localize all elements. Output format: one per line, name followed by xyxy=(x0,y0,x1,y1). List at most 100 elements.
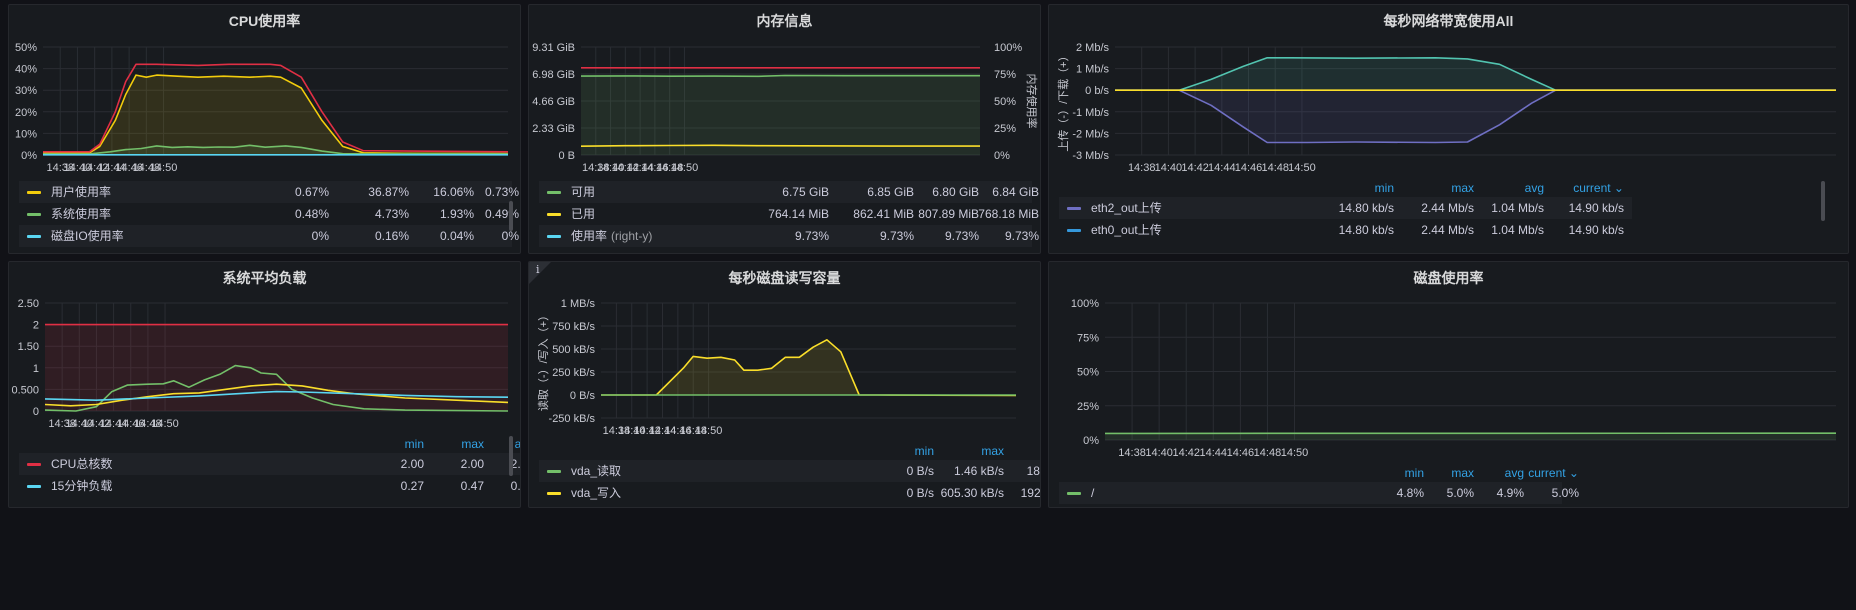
legend-value: 6.75 GiB xyxy=(782,185,829,199)
legend-name-text: 15分钟负载 xyxy=(51,479,113,493)
y-tick-label: 4.66 GiB xyxy=(532,96,575,108)
legend-value: 14.80 kb/s xyxy=(1338,201,1394,215)
y-tick-label: 0.500 xyxy=(11,384,39,396)
panel-cpu-usage[interactable]: CPU使用率 50% 40% 30% 20% 10% 0% 14:38 14:40 14:42 14… xyxy=(8,4,521,254)
legend-value: 6.84 GiB xyxy=(992,185,1039,199)
legend-swatch xyxy=(547,191,561,194)
dashboard: CPU使用率 50% 40% 30% 20% 10% 0% 14:38 14:40 14:42 14… xyxy=(0,0,1856,610)
legend-name-text: vda_读取 xyxy=(571,464,622,478)
y-tick-label: 1 xyxy=(33,363,39,375)
series-line-2 xyxy=(580,144,980,147)
legend-swatch xyxy=(27,463,41,466)
legend: 可用 6.75 GiB 6.85 GiB 6.80 GiB 6.84 GiB 已用 764.… xyxy=(539,181,1039,247)
y-tick-label: 75% xyxy=(1077,332,1099,344)
legend-row[interactable]: eth0_out上传 14.80 kb/s 2.44 Mb/s 1.04 Mb/s 14… xyxy=(1059,219,1632,241)
panel-system-load[interactable]: 系统平均负载 2.50 2 1.50 1 0.500 0 14:38 14:40 14:42 14:… xyxy=(8,261,521,508)
legend-header-max[interactable]: max xyxy=(1394,179,1474,197)
y-tick-label: 750 kB/s xyxy=(552,321,595,333)
legend-row[interactable]: vda_写入0 B/s605.30 kB/s192.29 kB/s0 B/s xyxy=(539,482,1040,504)
legend-header-avg[interactable]: avg xyxy=(1004,442,1040,460)
legend-row[interactable]: 使用率 (right-y) 9.73% 9.73% 9.73% 9.73% xyxy=(539,225,1039,247)
legend: vda_读取0 B/s1.46 kB/s185.18 B/s1.46 kB/sv… xyxy=(539,460,1040,504)
legend-value: 5.0% xyxy=(1551,486,1579,500)
legend-series-name: 磁盘IO使用率 xyxy=(51,225,124,247)
right-y-tick-label: 100% xyxy=(994,42,1022,54)
legend-value: 14.90 kb/s xyxy=(1568,223,1624,237)
y-tick-label: 1 Mb/s xyxy=(1076,64,1110,76)
legend-header-min[interactable]: min xyxy=(1314,179,1394,197)
legend-swatch xyxy=(27,235,41,238)
legend-row[interactable]: 可用 6.75 GiB 6.85 GiB 6.80 GiB 6.84 GiB xyxy=(539,181,1039,203)
series-area-0 xyxy=(1105,433,1836,440)
legend-value: 768.18 MiB xyxy=(978,207,1039,221)
legend-header-current[interactable]: current ⌄ xyxy=(1544,179,1624,197)
legend-series-name: 已用 xyxy=(571,203,595,225)
x-tick-label: 14:46 xyxy=(1235,162,1263,174)
legend-value: 14.80 kb/s xyxy=(1338,223,1394,237)
right-y-axis-label: 内存使用率 xyxy=(1025,74,1039,129)
legend-series-name: 用户使用率 xyxy=(51,181,111,203)
y-axis-label: 上传（-）/下载（+） xyxy=(1057,50,1070,151)
legend: CPU总核数2.002.002.002.0015分钟负载0.270.470.36… xyxy=(19,453,520,507)
y-tick-label: 9.31 GiB xyxy=(532,42,575,54)
legend-row[interactable]: 用户使用率 0.67% 36.87% 16.06% 0.73% xyxy=(19,181,519,203)
legend-name-text: 用户使用率 xyxy=(51,185,112,199)
legend-scrollbar[interactable] xyxy=(1821,181,1825,221)
legend: 用户使用率 0.67% 36.87% 16.06% 0.73% 系统使用率 0.48% 4.7… xyxy=(19,181,519,247)
y-tick-label: 0 B xyxy=(558,150,575,162)
legend-value: 9.73% xyxy=(1004,229,1039,243)
legend-header-max[interactable]: max xyxy=(924,442,1004,460)
legend-row[interactable]: CPU总核数2.002.002.002.00 xyxy=(19,453,520,475)
x-tick-label: 14:38 xyxy=(1118,447,1146,459)
legend-series-name: / xyxy=(1091,482,1094,504)
legend-swatch xyxy=(547,492,561,495)
legend-row[interactable]: 已用 764.14 MiB 862.41 MiB 807.89 MiB 768.18 M… xyxy=(539,203,1039,225)
x-tick-label: 14:42 xyxy=(1181,162,1209,174)
legend-scrollbar[interactable] xyxy=(509,201,513,231)
x-tick-label: 14:40 xyxy=(1155,162,1183,174)
x-tick-label: 14:44 xyxy=(1200,447,1228,459)
legend-series-name: 系统使用率 xyxy=(51,203,111,225)
legend-row[interactable]: vda_读取0 B/s1.46 kB/s185.18 B/s1.46 kB/s xyxy=(539,460,1040,482)
legend-name-text: 可用 xyxy=(571,185,596,199)
panel-memory-info[interactable]: 内存信息 9.31 GiB 6.98 GiB 4.66 GiB 2.33 GiB 0 B1… xyxy=(528,4,1041,254)
legend-series-name: eth2_out上传 xyxy=(1091,197,1162,219)
legend-value: 0.49% xyxy=(484,207,519,221)
legend-swatch xyxy=(1067,229,1081,232)
series-line-1 xyxy=(580,74,980,78)
legend-header-current[interactable]: current ⌄ xyxy=(1499,464,1579,482)
x-tick-label: 14:50 xyxy=(671,162,699,174)
x-tick-label: 14:50 xyxy=(695,425,723,437)
legend-name-text: / xyxy=(1091,486,1095,500)
x-tick-label: 14:50 xyxy=(151,418,179,430)
panel-disk-io[interactable]: 每秒磁盘读写容量 i 1 MB/s 750 kB/s 500 kB/s 250 kB/s 0… xyxy=(528,261,1041,508)
x-tick-label: 14:50 xyxy=(150,162,178,174)
y-tick-label: 6.98 GiB xyxy=(532,69,575,81)
legend-header-avg[interactable]: avg xyxy=(1464,179,1544,197)
legend-header-min[interactable]: min xyxy=(854,442,934,460)
legend-swatch xyxy=(27,485,41,488)
y-tick-label: 1.50 xyxy=(18,341,39,353)
legend-value: 0.32 xyxy=(499,475,520,497)
y-axis-label: 读取（-）/写入（+） xyxy=(536,310,550,411)
right-y-tick-label: 0% xyxy=(994,150,1010,162)
legend-row[interactable]: eth2_out上传 14.80 kb/s 2.44 Mb/s 1.04 Mb/s 14… xyxy=(1059,197,1632,219)
legend-value: 0% xyxy=(311,229,329,243)
legend-row[interactable]: /4.8% 5.0% 4.9% 5.0% xyxy=(1059,482,1579,504)
y-tick-label: 2.33 GiB xyxy=(532,123,575,135)
x-tick-label: 14:44 xyxy=(1208,162,1236,174)
legend-row[interactable]: 系统使用率 0.48% 4.73% 1.93% 0.49% xyxy=(19,203,519,225)
right-y-tick-label: 75% xyxy=(994,69,1016,81)
y-tick-label: 2 xyxy=(33,320,39,332)
legend-value: 1.46 kB/s xyxy=(953,464,1004,478)
legend-swatch xyxy=(547,235,561,238)
legend-name-text: eth0_out上传 xyxy=(1091,223,1162,237)
y-tick-label: 50% xyxy=(15,42,37,54)
legend-row[interactable]: 磁盘IO使用率 0% 0.16% 0.04% 0% xyxy=(19,225,519,247)
legend-scrollbar[interactable] xyxy=(509,436,513,476)
legend-swatch xyxy=(27,213,41,216)
panel-network-bandwidth[interactable]: 每秒网络带宽使用All 2 Mb/s 1 Mb/s 0 b/s -1 Mb/s -2 Mb… xyxy=(1048,4,1849,254)
panel-disk-usage[interactable]: 磁盘使用率 100% 75% 50% 25% 0% 14:38 14:40 14:42 14:44… xyxy=(1048,261,1849,508)
legend-row[interactable]: 15分钟负载0.270.470.360.32 xyxy=(19,475,520,497)
y-tick-label: 10% xyxy=(15,128,37,140)
